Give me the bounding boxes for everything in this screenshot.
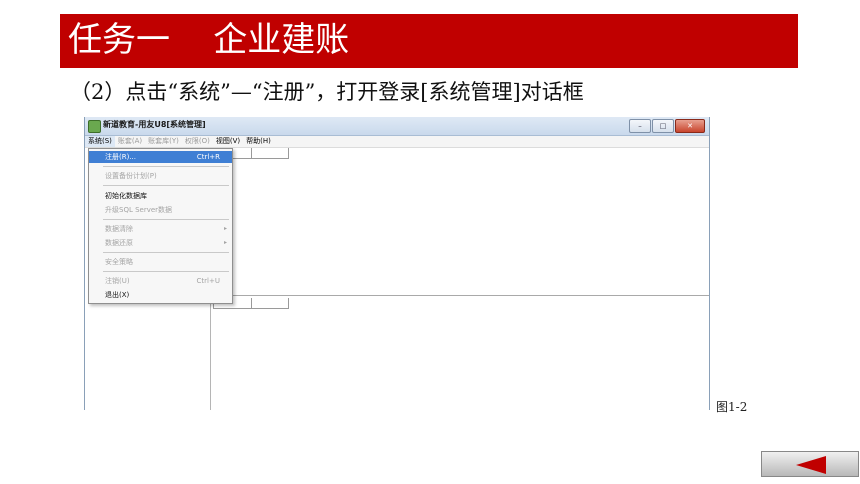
- instruction-text: （2）点击“系统”—“注册”，打开登录[系统管理]对话框: [70, 80, 584, 104]
- banner-title: 任务一 企业建账: [68, 20, 350, 60]
- menu-item-backup-plan[interactable]: 设置备份计划(P): [89, 170, 232, 182]
- menu-separator: [103, 271, 229, 272]
- menu-item-data-restore[interactable]: 数据还原 ▸: [89, 237, 232, 249]
- left-triangle-icon: [796, 456, 826, 474]
- window-title: 新道教育-用友U8[系统管理]: [103, 120, 206, 129]
- menu-account-set[interactable]: 账套(A): [115, 136, 145, 147]
- menu-account-library[interactable]: 账套库(Y): [145, 136, 182, 147]
- menu-separator: [103, 219, 229, 220]
- submenu-arrow-icon: ▸: [223, 239, 227, 246]
- system-dropdown-menu: 注册(R)... Ctrl+R 设置备份计划(P) 初始化数据库 升级SQL Se…: [88, 148, 233, 304]
- app-logo-icon: [88, 120, 101, 133]
- figure-label: 图1-2: [716, 400, 748, 414]
- menu-view[interactable]: 视图(V): [213, 136, 243, 147]
- submenu-arrow-icon: ▸: [223, 225, 227, 232]
- menu-system[interactable]: 系统(S): [85, 136, 115, 147]
- maximize-button[interactable]: □: [652, 119, 674, 133]
- menu-item-data-clear[interactable]: 数据清除 ▸: [89, 223, 232, 235]
- menu-item-logout[interactable]: 注销(U) Ctrl+U: [89, 275, 232, 287]
- window-titlebar[interactable]: 新道教育-用友U8[系统管理] – □ ✕: [85, 117, 709, 136]
- title-banner: 任务一 企业建账: [60, 14, 798, 68]
- menu-item-init-database[interactable]: 初始化数据库: [89, 190, 232, 202]
- list-header-cell: [251, 148, 289, 159]
- minimize-button[interactable]: –: [629, 119, 651, 133]
- menu-item-upgrade-sql[interactable]: 升级SQL Server数据: [89, 204, 232, 216]
- list-header-cell: [251, 298, 289, 309]
- window-controls: – □ ✕: [628, 119, 705, 133]
- menu-bar: 系统(S) 账套(A) 账套库(Y) 权限(O) 视图(V) 帮助(H): [85, 136, 709, 148]
- menu-separator: [103, 166, 229, 167]
- pane-divider: [211, 295, 709, 296]
- menu-item-exit[interactable]: 退出(X): [89, 289, 232, 301]
- menu-item-security-policy[interactable]: 安全策略: [89, 256, 232, 268]
- menu-separator: [103, 252, 229, 253]
- menu-permissions[interactable]: 权限(O): [182, 136, 213, 147]
- menu-item-register[interactable]: 注册(R)... Ctrl+R: [89, 151, 232, 163]
- back-button[interactable]: [761, 451, 859, 477]
- menu-separator: [103, 185, 229, 186]
- close-button[interactable]: ✕: [675, 119, 705, 133]
- menu-help[interactable]: 帮助(H): [243, 136, 274, 147]
